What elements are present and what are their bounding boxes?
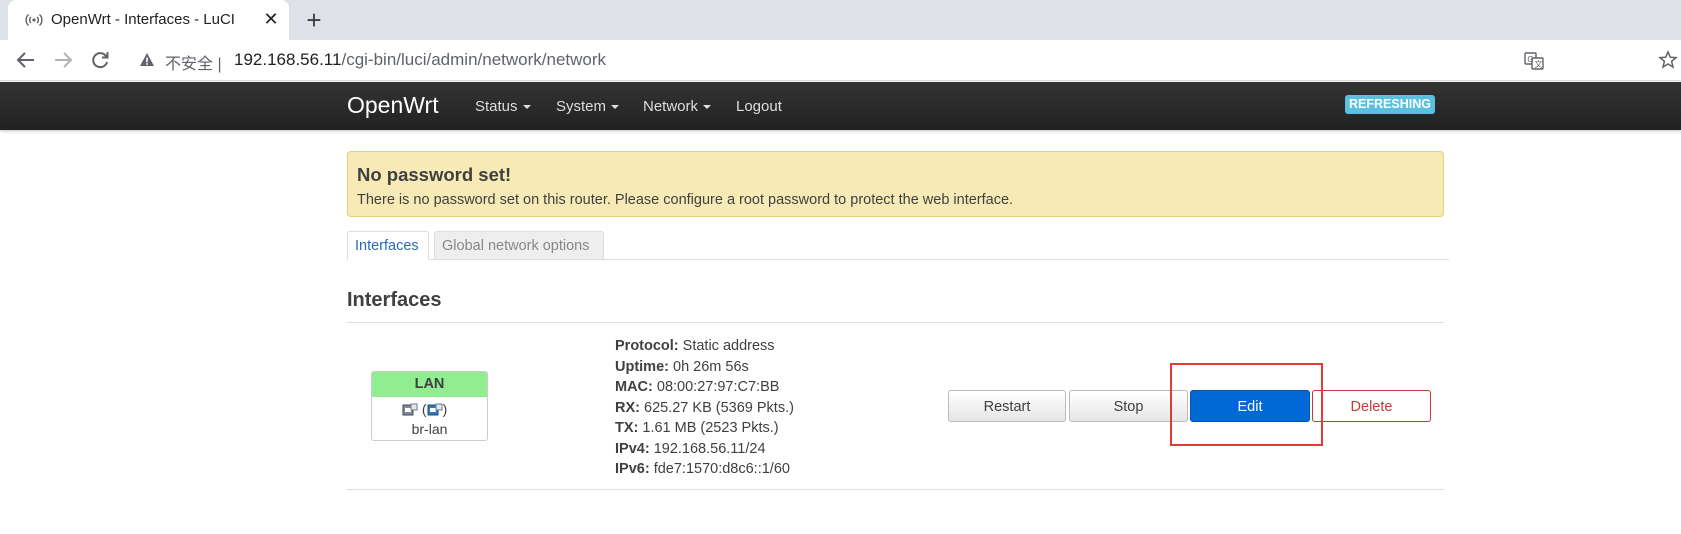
close-tab-icon[interactable]: ✕ [261,9,281,29]
interface-badge: LAN ( ) br-lan [371,371,488,441]
svg-text:文: 文 [1535,59,1543,69]
divider [347,322,1444,323]
browser-tab-strip: OpenWrt - Interfaces - LuCI ✕ + [0,0,1681,40]
ethernet-port-icon [402,403,418,417]
wireless-favicon-icon [25,11,43,29]
luci-header: OpenWrt Status System Network Logout REF… [0,82,1681,130]
refreshing-indicator[interactable]: REFRESHING [1345,95,1435,114]
menu-status[interactable]: Status [475,98,531,115]
status-tx: TX: 1.61 MB (2523 Pkts.) [615,420,779,436]
back-arrow-icon[interactable] [14,48,38,72]
caret-down-icon [703,105,712,110]
section-title: Interfaces [347,289,442,311]
warning-icon[interactable] [139,52,155,68]
brand-logo[interactable]: OpenWrt [347,92,439,119]
divider [347,489,1444,490]
reload-icon[interactable] [88,48,112,72]
status-ipv4: IPv4: 192.168.56.11/24 [615,440,766,457]
restart-button[interactable]: Restart [948,390,1066,422]
highlight-box [1170,363,1323,446]
url-text[interactable]: 192.168.56.11/cgi-bin/luci/admin/network… [234,50,606,70]
interface-name: LAN [372,372,487,397]
ethernet-port-icon [427,403,443,417]
status-uptime: Uptime: 0h 26m 56s [615,358,749,375]
status-rx: RX: 625.27 KB (5369 Pkts.) [615,399,794,416]
forward-arrow-icon[interactable] [51,48,75,72]
caret-down-icon [611,105,620,110]
interface-ports: ( ) [402,401,462,419]
section-tabs: Interfaces Global network options [347,231,1449,260]
menu-logout[interactable]: Logout [736,98,782,115]
menu-system[interactable]: System [556,98,620,115]
new-tab-icon[interactable]: + [300,6,328,34]
delete-button[interactable]: Delete [1312,390,1431,422]
alert-title: No password set! [357,164,512,185]
browser-tab[interactable]: OpenWrt - Interfaces - LuCI ✕ [8,0,289,40]
password-warning-alert: No password set! There is no password se… [347,151,1444,217]
tab-title: OpenWrt - Interfaces - LuCI [51,11,235,28]
bookmark-star-icon[interactable] [1658,50,1678,70]
interface-status: Protocol: Static address Uptime: 0h 26m … [615,336,794,480]
security-status-label[interactable]: 不安全 | [165,50,222,74]
address-bar[interactable]: 不安全 | 192.168.56.11/cgi-bin/luci/admin/n… [127,43,1681,77]
alert-message: There is no password set on this router.… [357,192,1014,208]
status-ipv6: IPv6: fde7:1570:d8c6::1/60 [615,461,790,477]
svg-text:G: G [1527,55,1533,64]
browser-toolbar: 不安全 | 192.168.56.11/cgi-bin/luci/admin/n… [0,40,1681,81]
status-mac: MAC: 08:00:27:97:C7:BB [615,379,780,395]
tab-global-network-options[interactable]: Global network options [434,231,604,260]
caret-down-icon [522,105,531,110]
menu-network[interactable]: Network [643,98,712,115]
status-protocol: Protocol: Static address [615,338,775,354]
translate-icon[interactable]: G文 [1524,51,1544,71]
interface-device: br-lan [411,421,448,437]
tab-interfaces[interactable]: Interfaces [347,231,429,260]
